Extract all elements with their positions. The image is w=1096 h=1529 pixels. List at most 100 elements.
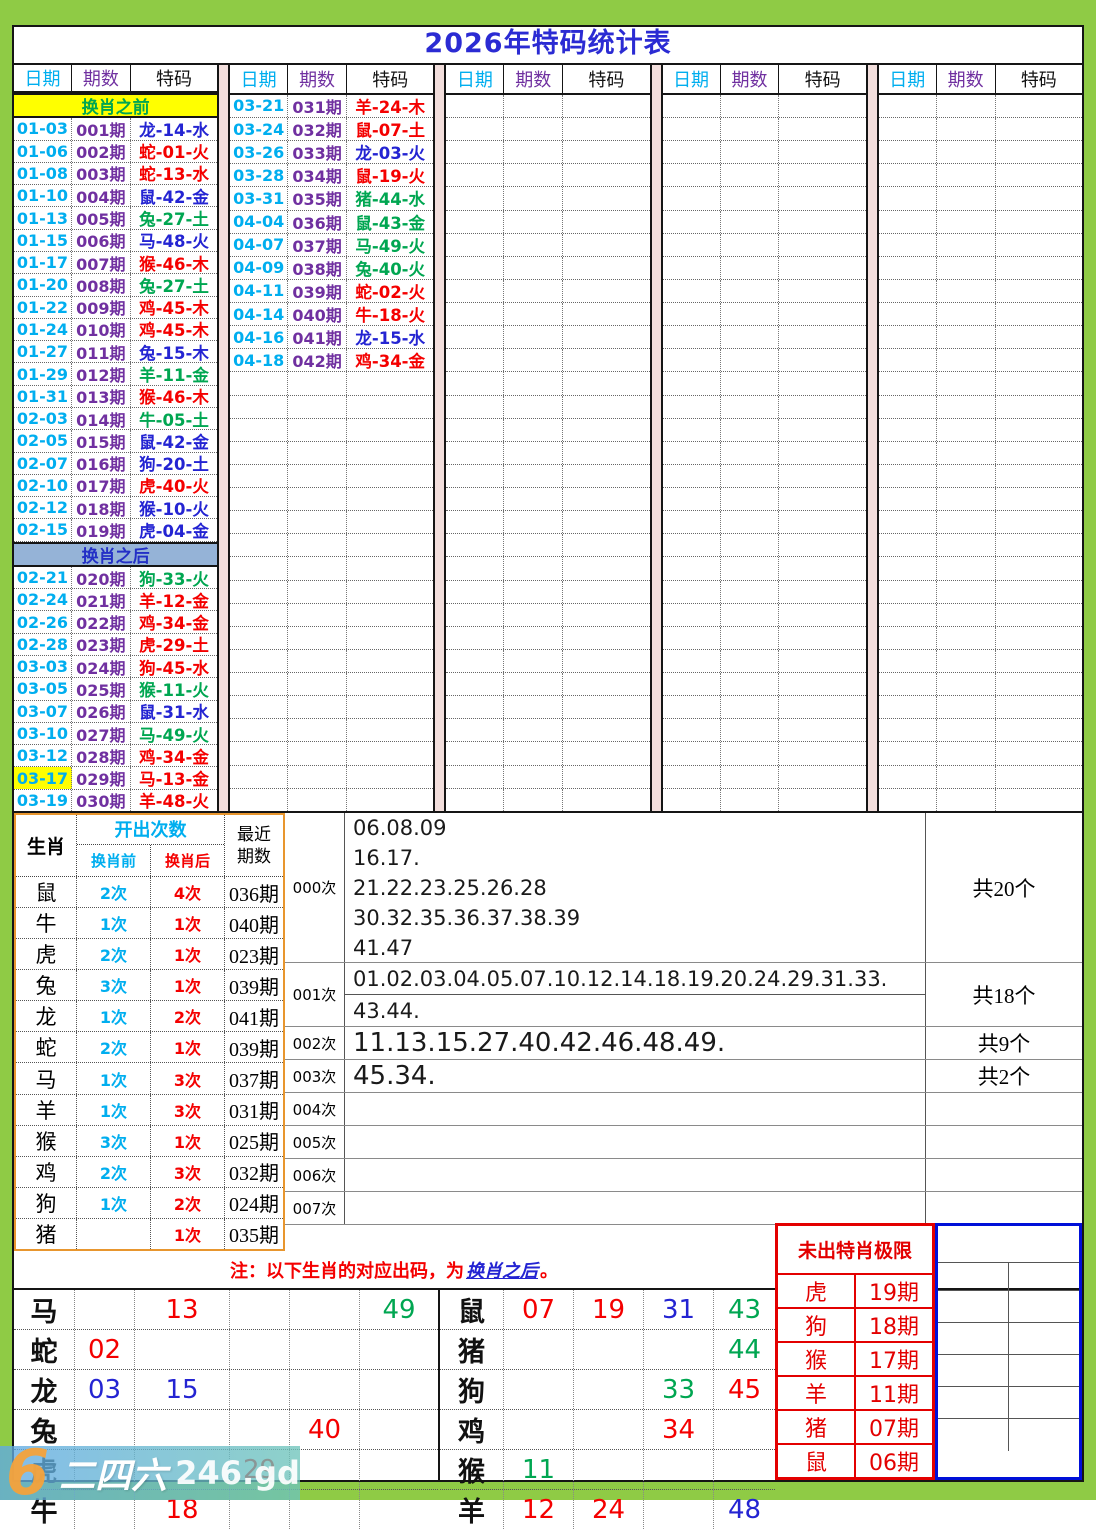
- group-header: 日期 期数 特码: [878, 65, 1083, 95]
- after-count: 3次: [151, 1156, 225, 1187]
- draw-code: 鸡-45-木: [139, 299, 209, 318]
- draw-date: 04-07: [230, 233, 289, 256]
- limit-periods: 11期: [869, 1383, 919, 1408]
- empty-cell: [563, 511, 649, 533]
- empty-cell: [663, 441, 721, 464]
- empty-cell: [446, 326, 505, 349]
- draw-row: 02-10 017期 虎-40-火: [14, 474, 218, 498]
- draw-date: 03-03: [14, 656, 72, 678]
- empty-cell: [996, 118, 1082, 140]
- empty-cell: [446, 603, 505, 626]
- empty-cell: [721, 534, 780, 557]
- empty-cell: [446, 580, 505, 603]
- code-column-header: 特码: [588, 69, 625, 91]
- empty-cell: [644, 1490, 714, 1529]
- empty-cell: [937, 742, 996, 765]
- empty-row: [662, 649, 866, 674]
- empty-cell: [938, 1355, 1009, 1386]
- empty-row: [662, 673, 866, 697]
- empty-cell: [563, 557, 649, 579]
- code-number: 19: [574, 1290, 644, 1329]
- zodiac-code-row: 鸡 34: [440, 1410, 775, 1450]
- empty-cell: [879, 488, 937, 511]
- empty-cell: [663, 534, 721, 557]
- draw-date: 04-09: [230, 256, 289, 279]
- period-column-header: 期数: [504, 65, 564, 93]
- empty-row: [878, 210, 1083, 234]
- numbers-line: 11.13.15.27.40.42.46.48.49.: [353, 1028, 726, 1058]
- empty-cell: [996, 396, 1082, 418]
- empty-cell: [446, 349, 505, 372]
- zodiac-stats-row: 鸡 2次 3次 032期: [16, 1156, 283, 1188]
- watermark-domain[interactable]: 246.gd: [175, 1454, 300, 1492]
- empty-row: [230, 441, 434, 465]
- note-text: 注：以下生肖的对应出码，为 换肖之后。: [14, 1251, 774, 1288]
- before-swap-header: 换肖前: [77, 844, 151, 876]
- empty-cell: [721, 210, 780, 233]
- empty-cell: [721, 696, 780, 719]
- empty-row: [878, 464, 1083, 489]
- draw-date: 02-10: [14, 474, 72, 497]
- recent-header-line2: 期数: [237, 846, 271, 867]
- empty-cell: [779, 372, 865, 394]
- empty-cell: [779, 95, 865, 117]
- number-frequency-table: 000次 06.08.09 16.17. 21.22.23.25.26.28 30.32…: [285, 813, 1082, 1251]
- empty-row: [230, 649, 434, 674]
- draw-row: 03-24 032期 鼠-07-土: [230, 118, 434, 142]
- note-link[interactable]: 换肖之后: [466, 1257, 538, 1283]
- empty-cell: [879, 303, 937, 326]
- frequency-row: 003次 45.34. 共2个: [285, 1060, 1082, 1093]
- frequency-row: 001次 01.02.03.04.05.07.10.12.14.18.19.20.…: [285, 963, 1082, 1027]
- draw-date: 02-12: [14, 497, 72, 519]
- empty-cell: [288, 418, 348, 441]
- group-header: 日期 期数 特码: [14, 65, 218, 93]
- empty-row: [446, 649, 650, 674]
- empty-row: [446, 118, 650, 142]
- empty-cell: [879, 534, 937, 557]
- frequency-numbers: 01.02.03.04.05.07.10.12.14.18.19.20.24.2…: [345, 963, 925, 1026]
- before-count: 2次: [77, 1032, 151, 1063]
- empty-cell: [347, 534, 433, 556]
- empty-cell: [996, 141, 1082, 163]
- empty-row: [662, 603, 866, 627]
- empty-cell: [721, 118, 780, 141]
- limit-zodiac: 猪: [778, 1411, 856, 1443]
- zodiac-stats-row: 蛇 2次 1次 039期: [16, 1032, 283, 1064]
- zodiac-code-row: 羊 12 24 48: [440, 1490, 775, 1529]
- draw-code: 马-13-金: [139, 770, 209, 789]
- empty-cell: [347, 766, 433, 788]
- group-body: [662, 94, 866, 811]
- after-count: 3次: [151, 1094, 225, 1125]
- draw-code: 鼠-42-金: [139, 432, 209, 452]
- empty-cell: [996, 280, 1082, 302]
- before-count: 1次: [77, 908, 151, 939]
- numbers-line: 21.22.23.25.26.28: [353, 875, 547, 900]
- empty-cell: [504, 395, 564, 418]
- empty-cell: [563, 696, 649, 718]
- draw-date: 04-18: [230, 349, 289, 372]
- empty-cell: [230, 464, 289, 488]
- draw-period: 032期: [288, 118, 348, 141]
- empty-cell: [879, 118, 937, 141]
- empty-cell: [721, 256, 780, 279]
- empty-cell: [721, 557, 780, 580]
- draw-row: 03-28 034期 鼠-19-火: [230, 164, 434, 188]
- empty-cell: [879, 349, 937, 372]
- watermark-brand: 二四六: [59, 1456, 168, 1497]
- empty-cell: [879, 649, 937, 673]
- empty-row: [446, 603, 650, 627]
- empty-cell: [779, 696, 865, 718]
- draw-date: 03-28: [230, 164, 289, 187]
- draw-period: 016期: [72, 452, 131, 474]
- empty-cell: [937, 719, 996, 742]
- zodiac-stats-header: 生肖 开出次数 换肖前 换肖后 最近 期数: [16, 815, 283, 877]
- empty-cell: [996, 789, 1082, 811]
- group-header: 日期 期数 特码: [230, 65, 434, 95]
- draw-code: 羊-12-金: [139, 591, 209, 611]
- draw-period: 008期: [72, 274, 131, 296]
- empty-cell: [504, 164, 564, 187]
- draw-period: 023期: [72, 633, 131, 656]
- code-number: 07: [504, 1290, 574, 1329]
- empty-grid-row: [938, 1419, 1079, 1451]
- empty-cell: [879, 279, 937, 303]
